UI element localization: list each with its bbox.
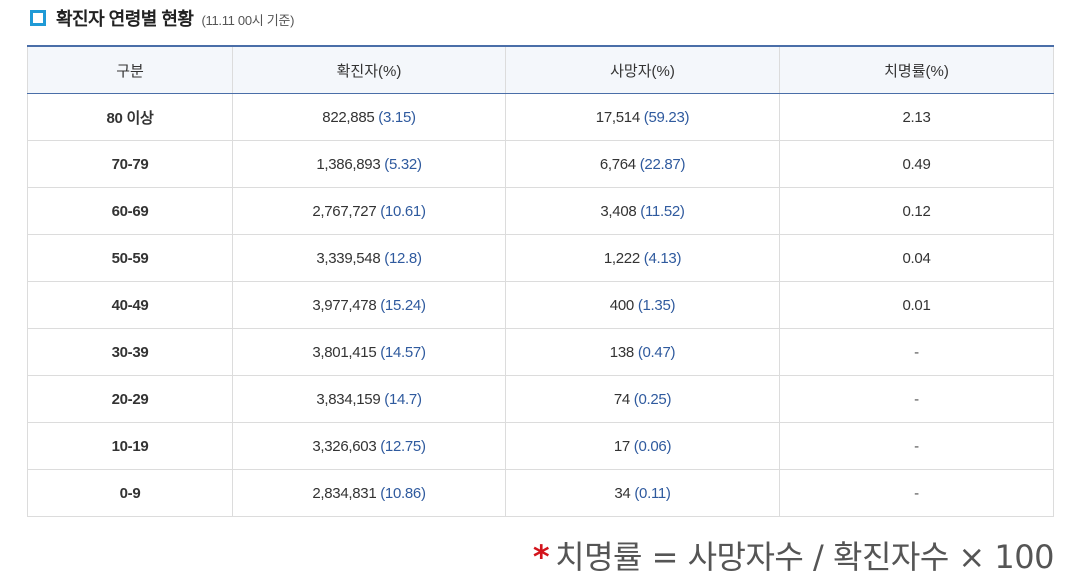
cases-cell: 1,386,893 (5.32): [232, 140, 506, 188]
column-header-cases: 확진자(%): [232, 45, 506, 94]
cases-value: 2,767,727: [312, 202, 377, 220]
age-group-cell: 80 이상: [27, 93, 233, 141]
formula-text: 치명률 = 사망자수 / 확진자수 × 100: [555, 538, 1054, 576]
deaths-cell: 400 (1.35): [505, 281, 780, 329]
deaths-value: 400: [609, 296, 634, 314]
age-group-cell: 30-39: [27, 328, 233, 376]
cases-cell: 3,801,415 (14.57): [232, 328, 506, 376]
table-header: 구분 확진자(%) 사망자(%) 치명률(%): [27, 45, 1054, 94]
fatality-rate-cell: 2.13: [779, 93, 1054, 141]
reference-time-note: (11.11 00시 기준): [201, 13, 295, 28]
cases-percent: (10.61): [380, 202, 426, 220]
cases-percent: (12.75): [380, 437, 426, 455]
deaths-percent: (22.87): [639, 155, 686, 173]
cases-cell: 2,834,831 (10.86): [232, 469, 506, 517]
deaths-cell: 3,408 (11.52): [505, 187, 780, 235]
deaths-cell: 6,764 (22.87): [505, 140, 780, 188]
fatality-rate-cell: -: [779, 422, 1054, 470]
square-bullet-icon: [30, 10, 46, 26]
fatality-rate-cell: 0.12: [779, 187, 1054, 235]
cases-value: 3,801,415: [312, 343, 377, 361]
deaths-value: 74: [613, 390, 630, 408]
fatality-rate-cell: -: [779, 375, 1054, 423]
deaths-value: 17,514: [595, 108, 640, 126]
cases-cell: 3,834,159 (14.7): [232, 375, 506, 423]
deaths-percent: (11.52): [640, 202, 685, 220]
fatality-rate-cell: -: [779, 328, 1054, 376]
table-row: 70-79 1,386,893 (5.32) 6,764 (22.87) 0.4…: [27, 140, 1054, 188]
cases-percent: (12.8): [384, 249, 422, 267]
table-row: 40-49 3,977,478 (15.24) 400 (1.35) 0.01: [27, 281, 1054, 329]
fatality-rate-cell: 0.49: [779, 140, 1054, 188]
asterisk-mark: *: [532, 538, 550, 576]
cases-value: 3,977,478: [312, 296, 377, 314]
cases-percent: (5.32): [384, 155, 422, 173]
cases-value: 3,339,548: [316, 249, 381, 267]
cases-cell: 822,885 (3.15): [232, 93, 506, 141]
cases-value: 822,885: [322, 108, 375, 126]
deaths-percent: (0.25): [633, 390, 672, 408]
fatality-formula-note: * 치명률 = 사망자수 / 확진자수 × 100: [532, 532, 1055, 578]
deaths-percent: (0.06): [633, 437, 672, 455]
deaths-cell: 17,514 (59.23): [505, 93, 780, 141]
table-header-row: 구분 확진자(%) 사망자(%) 치명률(%): [27, 45, 1054, 94]
cases-percent: (10.86): [380, 484, 426, 502]
section-header: 확진자 연령별 현황 (11.11 00시 기준): [30, 6, 294, 30]
table-row: 10-19 3,326,603 (12.75) 17 (0.06) -: [27, 422, 1054, 470]
deaths-cell: 138 (0.47): [505, 328, 780, 376]
fatality-rate-cell: -: [779, 469, 1054, 517]
column-header-deaths: 사망자(%): [505, 45, 780, 94]
age-stats-table: 구분 확진자(%) 사망자(%) 치명률(%) 80 이상 822,885 (3…: [27, 45, 1054, 517]
table-row: 50-59 3,339,548 (12.8) 1,222 (4.13) 0.04: [27, 234, 1054, 282]
deaths-value: 3,408: [600, 202, 637, 220]
age-group-cell: 70-79: [27, 140, 233, 188]
cases-value: 3,326,603: [312, 437, 377, 455]
age-group-cell: 40-49: [27, 281, 233, 329]
deaths-cell: 74 (0.25): [505, 375, 780, 423]
deaths-percent: (1.35): [637, 296, 676, 314]
cases-percent: (14.7): [384, 390, 422, 408]
deaths-percent: (0.47): [637, 343, 676, 361]
age-group-cell: 20-29: [27, 375, 233, 423]
deaths-percent: (4.13): [643, 249, 682, 267]
cases-percent: (15.24): [380, 296, 426, 314]
cases-cell: 3,339,548 (12.8): [232, 234, 506, 282]
fatality-rate-cell: 0.01: [779, 281, 1054, 329]
cases-value: 2,834,831: [312, 484, 377, 502]
cases-value: 3,834,159: [316, 390, 381, 408]
table-row: 60-69 2,767,727 (10.61) 3,408 (11.52) 0.…: [27, 187, 1054, 235]
deaths-value: 17: [613, 437, 630, 455]
deaths-percent: (0.11): [634, 484, 671, 502]
deaths-cell: 1,222 (4.13): [505, 234, 780, 282]
deaths-cell: 17 (0.06): [505, 422, 780, 470]
cases-value: 1,386,893: [316, 155, 381, 173]
cases-percent: (3.15): [378, 108, 416, 126]
cases-cell: 3,326,603 (12.75): [232, 422, 506, 470]
deaths-value: 138: [609, 343, 634, 361]
age-group-cell: 60-69: [27, 187, 233, 235]
age-group-cell: 10-19: [27, 422, 233, 470]
deaths-value: 34: [614, 484, 631, 502]
column-header-fatality: 치명률(%): [779, 45, 1054, 94]
age-group-cell: 50-59: [27, 234, 233, 282]
deaths-cell: 34 (0.11): [505, 469, 780, 517]
deaths-value: 1,222: [603, 249, 640, 267]
table-row: 80 이상 822,885 (3.15) 17,514 (59.23) 2.13: [27, 93, 1054, 141]
column-header-category: 구분: [27, 45, 233, 94]
table-row: 20-29 3,834,159 (14.7) 74 (0.25) -: [27, 375, 1054, 423]
cases-cell: 2,767,727 (10.61): [232, 187, 506, 235]
table-row: 30-39 3,801,415 (14.57) 138 (0.47) -: [27, 328, 1054, 376]
section-title: 확진자 연령별 현황: [56, 9, 194, 29]
table-body: 80 이상 822,885 (3.15) 17,514 (59.23) 2.13…: [27, 93, 1054, 517]
deaths-percent: (59.23): [643, 108, 690, 126]
deaths-value: 6,764: [599, 155, 636, 173]
age-group-cell: 0-9: [27, 469, 233, 517]
table-row: 0-9 2,834,831 (10.86) 34 (0.11) -: [27, 469, 1054, 517]
cases-percent: (14.57): [380, 343, 426, 361]
cases-cell: 3,977,478 (15.24): [232, 281, 506, 329]
fatality-rate-cell: 0.04: [779, 234, 1054, 282]
